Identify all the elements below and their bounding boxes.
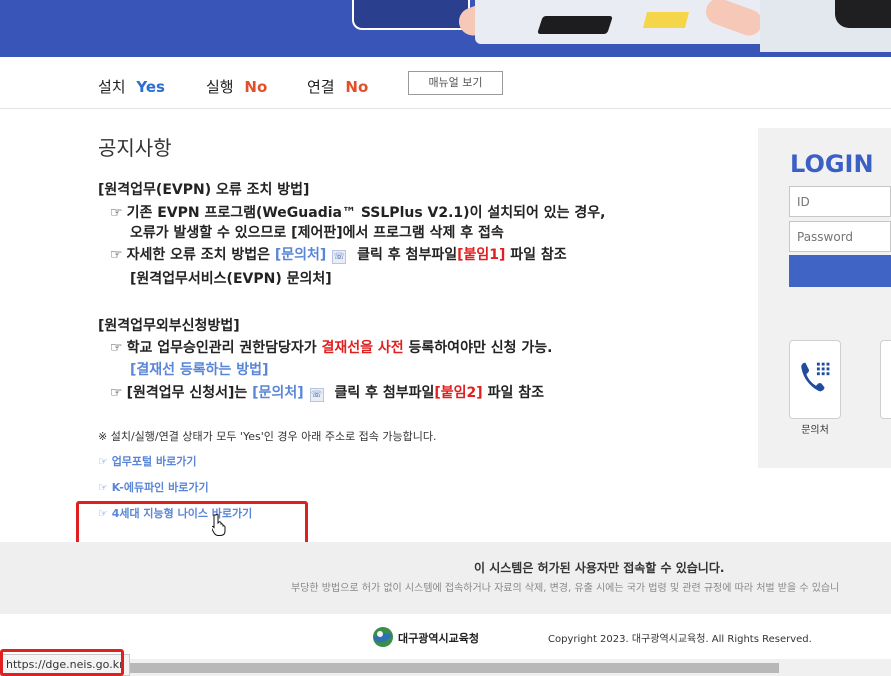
phone-icon[interactable]: ☏ bbox=[332, 250, 347, 264]
install-status: 설치 Yes bbox=[98, 76, 165, 97]
notice-line: ☞ [원격업무 신청서]는 [문의처] ☏ 클릭 후 첨부파일[붙임2] 파일 참조 bbox=[110, 385, 544, 402]
attachment-label: [붙임1] bbox=[457, 247, 506, 263]
approval-line-guide-link[interactable]: [결재선 등록하는 방법] bbox=[130, 359, 268, 379]
section-evpn-error-title: [원격업무(EVPN) 오류 조치 방법] bbox=[98, 182, 310, 198]
organization-name: 대구광역시교육청 bbox=[398, 632, 479, 645]
phone-icon[interactable]: ☏ bbox=[309, 388, 324, 402]
emphasis-text: 결재선을 사전 bbox=[321, 340, 404, 356]
highlight-annotation bbox=[0, 649, 124, 676]
connect-status: 연결 No bbox=[307, 76, 368, 97]
password-input[interactable] bbox=[789, 221, 891, 252]
pointing-hand-icon: ☞ bbox=[110, 385, 123, 401]
id-input[interactable] bbox=[789, 186, 891, 217]
pointing-hand-icon: ☞ bbox=[110, 247, 123, 263]
access-condition-note: ※ 설치/실행/연결 상태가 모두 'Yes'인 경우 아래 주소로 접속 가능… bbox=[98, 430, 437, 443]
device-illustration bbox=[835, 0, 891, 28]
notice-line: ☞ 기존 EVPN 프로그램(WeGuadia™ SSLPlus V2.1)이 설… bbox=[110, 205, 606, 221]
login-button[interactable] bbox=[789, 255, 891, 287]
connect-label: 연결 bbox=[307, 78, 335, 96]
footer-warning-title: 이 시스템은 허가된 사용자만 접속할 수 있습니다. bbox=[474, 561, 725, 575]
notice-line: ☞ 자세한 오류 조치 방법은 [문의처] ☏ 클릭 후 첨부파일[붙임1] 파일 … bbox=[110, 247, 567, 264]
work-portal-link[interactable]: ☞ 업무포털 바로가기 bbox=[98, 453, 196, 469]
highlight-annotation bbox=[76, 501, 308, 547]
phone-icon bbox=[801, 362, 830, 392]
manual-button[interactable]: 매뉴얼 보기 bbox=[408, 71, 503, 95]
pointing-hand-icon: ☞ bbox=[110, 205, 123, 221]
contact-label: 문의처 bbox=[801, 425, 829, 436]
run-label: 실행 bbox=[206, 78, 234, 96]
notice-line: ☞ 학교 업무승인관리 권한담당자가 결재선을 사전 등록하여야만 신청 가능. bbox=[110, 340, 553, 356]
notice-line: [원격업무서비스(EVPN) 문의처] bbox=[130, 271, 332, 287]
monitor-illustration bbox=[352, 0, 470, 30]
login-title: LOGIN bbox=[790, 150, 874, 178]
hand-cursor-icon bbox=[212, 514, 226, 536]
education-office-logo-icon bbox=[373, 627, 393, 647]
laptop-illustration bbox=[537, 16, 613, 34]
footer-warning-text: 부당한 방법으로 허가 없이 시스템에 접속하거나 자료의 삭제, 변경, 유출… bbox=[291, 583, 840, 594]
run-value: No bbox=[244, 78, 268, 96]
copyright-text: Copyright 2023. 대구광역시교육청. All Rights Res… bbox=[548, 634, 812, 645]
notice-title: 공지사항 bbox=[98, 136, 172, 160]
scrollbar-thumb[interactable] bbox=[122, 663, 779, 673]
run-status: 실행 No bbox=[206, 76, 267, 97]
contact-link[interactable]: [문의처] bbox=[275, 247, 326, 263]
contact-link[interactable]: [문의처] bbox=[252, 385, 303, 401]
section-external-apply-title: [원격업무외부신청방법] bbox=[98, 318, 240, 334]
banner-illustration bbox=[0, 0, 891, 57]
page: 설치 Yes 실행 No 연결 No 매뉴얼 보기 공지사항 [원격업무(EVP… bbox=[0, 0, 891, 676]
footer-warning-area bbox=[0, 542, 891, 614]
install-label: 설치 bbox=[98, 78, 126, 96]
install-value: Yes bbox=[136, 78, 165, 96]
contact-button[interactable] bbox=[789, 340, 841, 419]
sticky-note-illustration bbox=[643, 12, 689, 28]
notice-line: 오류가 발생할 수 있으므로 [제어판]에서 프로그램 삭제 후 접속 bbox=[130, 225, 504, 241]
attachment-label: [붙임2] bbox=[434, 385, 483, 401]
status-bar: 설치 Yes 실행 No 연결 No 매뉴얼 보기 bbox=[0, 57, 891, 109]
secondary-menu-button[interactable] bbox=[880, 340, 891, 419]
connect-value: No bbox=[345, 78, 369, 96]
k-edufine-link[interactable]: ☞ K-에듀파인 바로가기 bbox=[98, 479, 209, 495]
pointing-hand-icon: ☞ bbox=[110, 340, 123, 356]
